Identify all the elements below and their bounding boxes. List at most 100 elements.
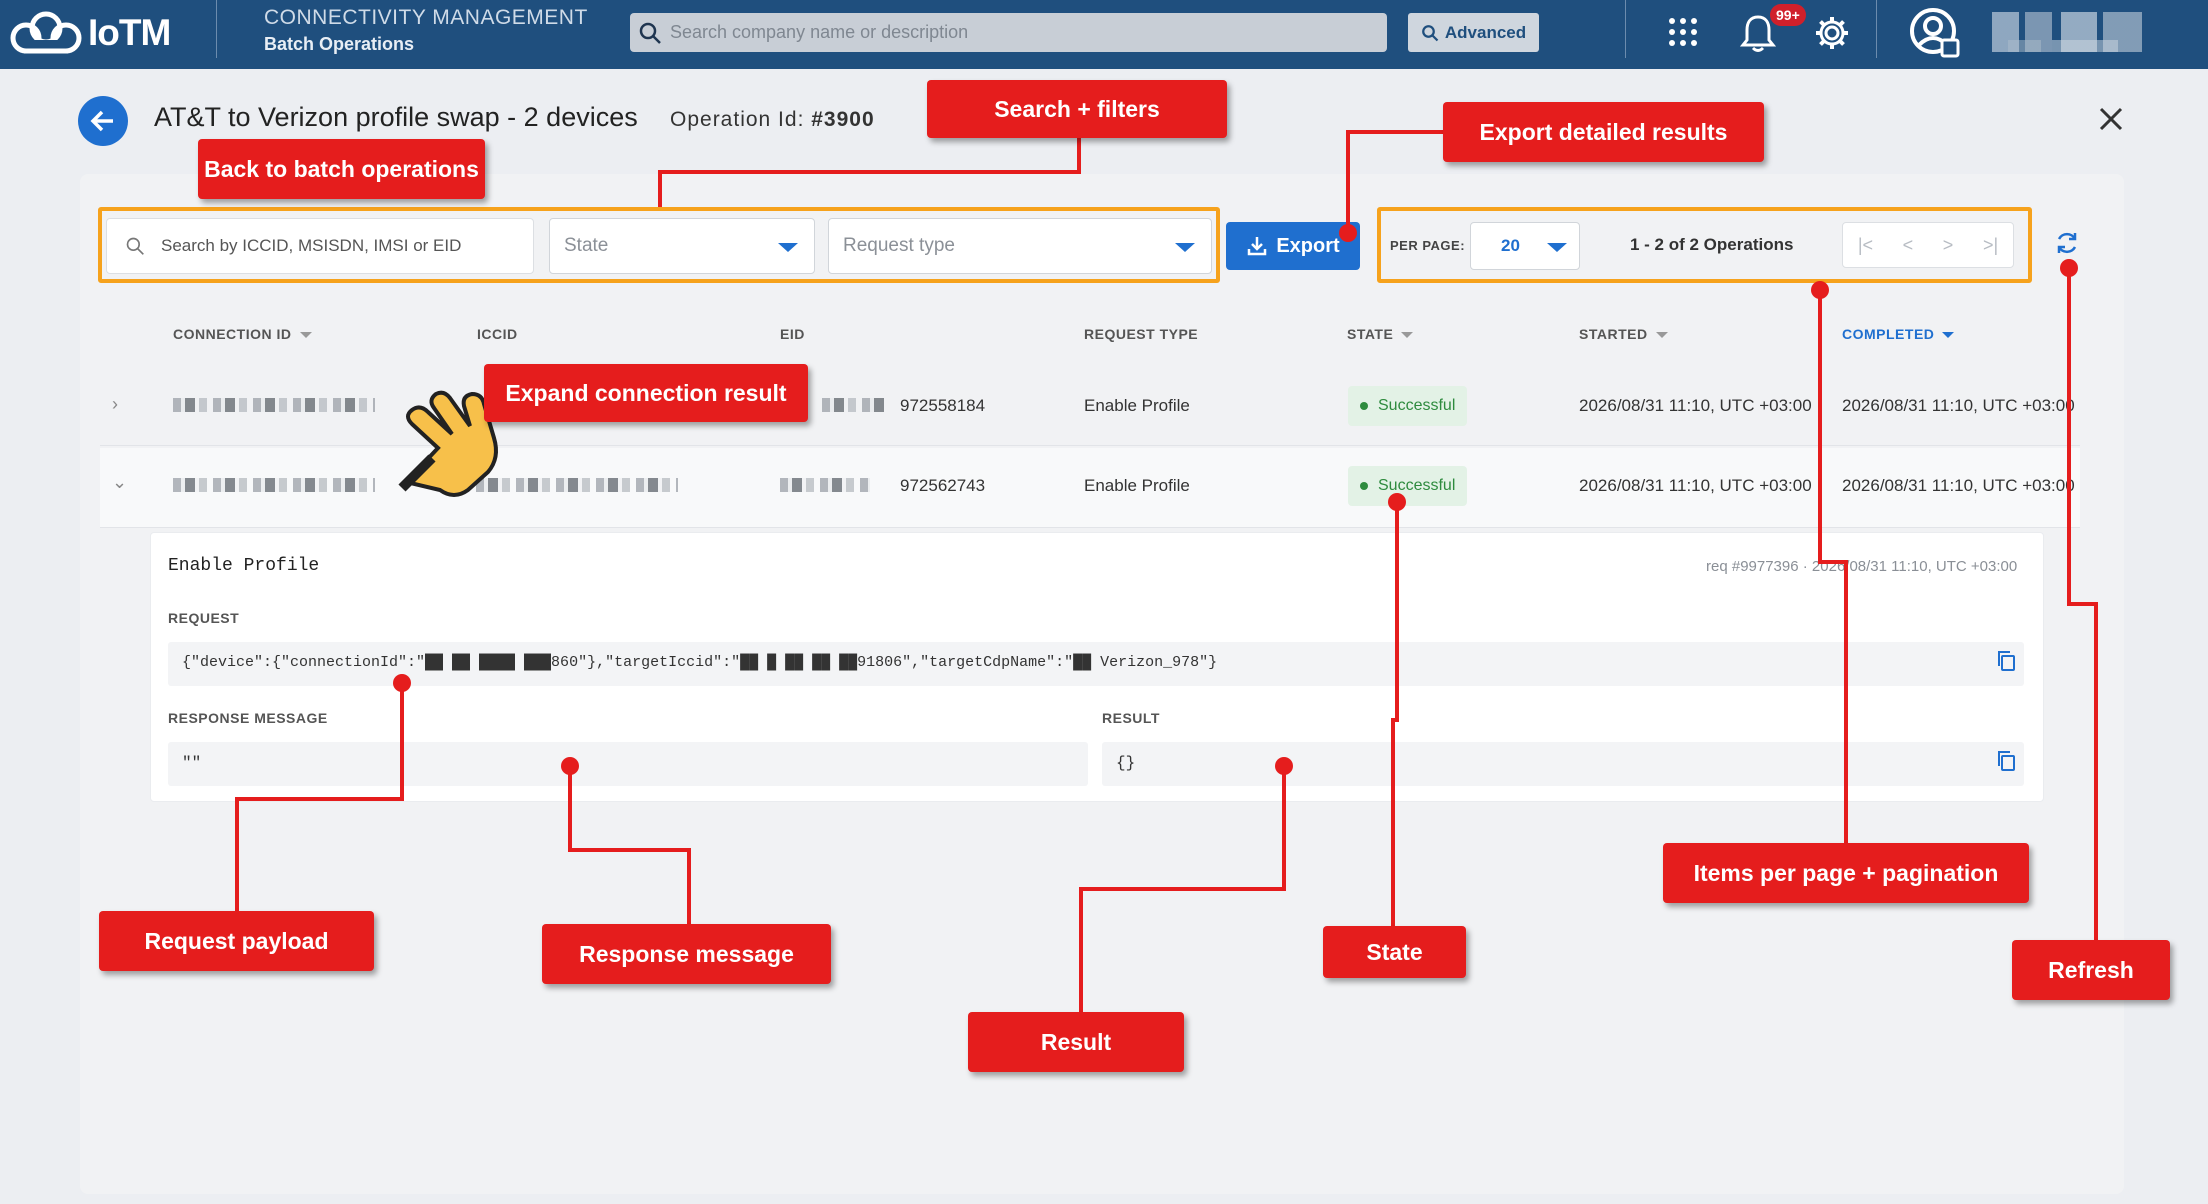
notifications-badge: 99+ <box>1770 4 1806 26</box>
request-payload: {"device":{"connectionId":"██ ██ ████ ██… <box>182 654 1218 671</box>
search-icon <box>639 22 661 44</box>
annotation-result: Result <box>968 1012 1184 1072</box>
top-navigation-bar: IoTM CONNECTIVITY MANAGEMENT Batch Opera… <box>0 0 2208 69</box>
state-select[interactable]: State <box>549 218 815 274</box>
export-label: Export <box>1276 234 1340 257</box>
annotation-export: Export detailed results <box>1443 102 1764 162</box>
column-header-label: ICCID <box>477 326 518 342</box>
chevron-down-icon <box>778 243 798 252</box>
section-title: CONNECTIVITY MANAGEMENT <box>264 6 588 29</box>
detail-meta: req #9977396 · 2026/08/31 11:10, UTC +03… <box>1706 558 2018 575</box>
request-type-value: Enable Profile <box>1084 396 1190 415</box>
column-header-label: CONNECTION ID <box>173 326 292 342</box>
sort-icon <box>1942 332 1955 339</box>
chevron-down-icon <box>1547 243 1567 252</box>
column-header-label: STATE <box>1347 326 1394 342</box>
logo-text: IoTM <box>88 12 171 53</box>
request-type-select[interactable]: Request type <box>828 218 1212 274</box>
detail-title: Enable Profile <box>168 556 320 576</box>
status-dot-icon <box>1360 482 1368 490</box>
request-type-placeholder: Request type <box>843 235 955 256</box>
per-page-value: 20 <box>1501 236 1520 255</box>
result-value: {} <box>1116 754 1136 772</box>
refresh-icon[interactable] <box>2054 230 2080 256</box>
response-message-label: RESPONSE MESSAGE <box>168 710 328 726</box>
operation-id-value: #3900 <box>811 108 875 131</box>
status-dot-icon <box>1360 402 1368 410</box>
column-header-request-type: REQUEST TYPE <box>1084 326 1198 342</box>
last-page-icon[interactable]: >| <box>1983 235 1998 256</box>
column-header-connection-id[interactable]: CONNECTION ID <box>173 326 312 342</box>
divider <box>1625 0 1626 58</box>
request-label: REQUEST <box>168 610 240 626</box>
completed-value: 2026/08/31 11:10, UTC +03:00 <box>1842 396 2075 415</box>
column-header-eid: EID <box>780 326 805 342</box>
advanced-search-icon <box>1422 24 1439 41</box>
pagination-range: 1 - 2 of 2 Operations <box>1630 235 1794 254</box>
response-message-value: "" <box>182 754 202 772</box>
page-header <box>78 96 128 146</box>
operation-id-label: Operation Id: <box>670 108 805 131</box>
column-header-completed[interactable]: COMPLETED <box>1842 326 1955 342</box>
copy-icon[interactable] <box>1996 750 2016 772</box>
connection-id-redacted <box>173 398 375 412</box>
chevron-right-icon[interactable]: › <box>112 394 118 415</box>
column-header-iccid: ICCID <box>477 326 518 342</box>
column-header-label: REQUEST TYPE <box>1084 326 1199 342</box>
apps-grid-icon[interactable] <box>1668 17 1698 47</box>
sort-icon <box>1401 332 1414 339</box>
connection-search-input[interactable]: Search by ICCID, MSISDN, IMSI or EID <box>106 218 534 274</box>
chevron-down-icon[interactable]: ⌄ <box>112 472 127 493</box>
advanced-search-button[interactable]: Advanced <box>1408 13 1539 52</box>
page-title: AT&T to Verizon profile swap - 2 devices <box>154 102 638 132</box>
chevron-down-icon <box>1175 243 1195 252</box>
per-page-select[interactable]: 20 <box>1470 222 1580 270</box>
column-header-label: STARTED <box>1579 326 1648 342</box>
global-search-input[interactable] <box>670 22 1350 43</box>
annotation-response-message: Response message <box>542 924 831 984</box>
eid-value: 972562743 <box>900 476 986 495</box>
operation-id: Operation Id: #3900 <box>670 108 875 132</box>
eid-value: 972558184 <box>900 396 986 415</box>
status-badge: Successful <box>1348 386 1468 426</box>
next-page-icon[interactable]: > <box>1943 235 1954 256</box>
eid-redacted <box>822 398 884 412</box>
first-page-icon[interactable]: |< <box>1858 235 1873 256</box>
annotation-search-filters: Search + filters <box>927 80 1227 138</box>
annotation-request-payload: Request payload <box>99 911 374 971</box>
connection-search-placeholder: Search by ICCID, MSISDN, IMSI or EID <box>161 236 462 255</box>
annotation-expand: Expand connection result <box>484 364 808 422</box>
state-select-placeholder: State <box>564 235 609 256</box>
export-button[interactable]: Export <box>1226 222 1360 270</box>
annotation-state: State <box>1323 926 1466 978</box>
copy-icon[interactable] <box>1996 650 2016 672</box>
divider <box>1876 0 1877 58</box>
cloud-logo-icon <box>10 11 82 54</box>
column-header-label: COMPLETED <box>1842 326 1935 342</box>
gear-icon[interactable] <box>1814 15 1850 51</box>
advanced-label: Advanced <box>1444 22 1527 42</box>
column-header-state[interactable]: STATE <box>1347 326 1414 342</box>
divider <box>216 0 217 58</box>
request-type-value: Enable Profile <box>1084 476 1190 495</box>
download-icon <box>1248 237 1267 256</box>
pagination-controls: |< < > >| <box>1842 222 2014 268</box>
app-logo[interactable]: IoTM <box>10 10 171 56</box>
global-search[interactable] <box>630 13 1387 52</box>
section-subtitle: Batch Operations <box>264 34 415 54</box>
result-box <box>1102 742 2024 786</box>
annotation-refresh: Refresh <box>2012 940 2170 1000</box>
prev-page-icon[interactable]: < <box>1903 235 1914 256</box>
iccid-redacted <box>476 478 678 492</box>
column-header-started[interactable]: STARTED <box>1579 326 1668 342</box>
close-icon[interactable] <box>2096 104 2126 134</box>
connection-id-redacted <box>173 478 375 492</box>
annotation-back: Back to batch operations <box>198 139 485 199</box>
user-company-redacted <box>2008 40 2118 52</box>
user-avatar-icon[interactable] <box>1909 7 1961 59</box>
started-value: 2026/08/31 11:10, UTC +03:00 <box>1579 476 1812 495</box>
status-badge: Successful <box>1348 466 1468 506</box>
sort-icon <box>1655 332 1668 339</box>
back-button[interactable] <box>78 96 128 146</box>
result-label: RESULT <box>1102 710 1160 726</box>
